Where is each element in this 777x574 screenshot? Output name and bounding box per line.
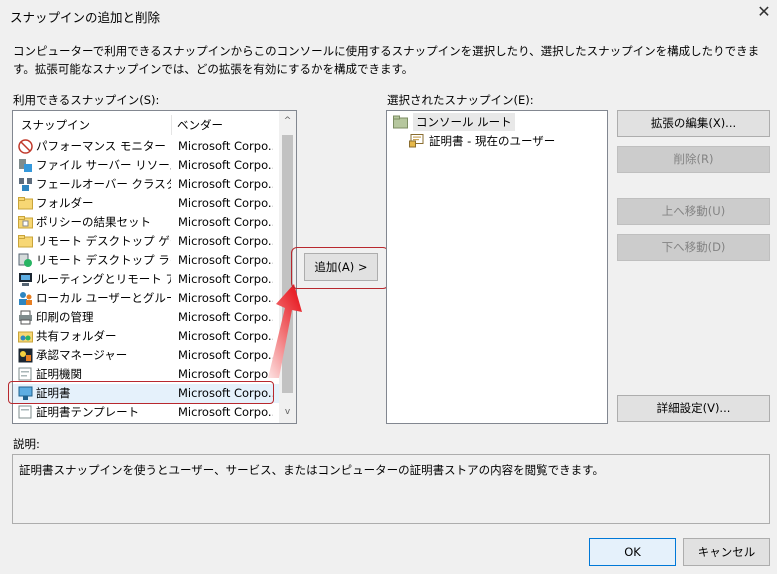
snapin-vendor: Microsoft Corpo... bbox=[178, 158, 273, 172]
snapin-row[interactable]: ルーティングとリモート アクセスMicrosoft Corpo... bbox=[13, 270, 279, 289]
snapin-name: 証明書テンプレート bbox=[36, 405, 140, 419]
console-root-label: コンソール ルート bbox=[413, 113, 515, 131]
scroll-up-arrow-icon[interactable]: ^ bbox=[279, 113, 296, 130]
snapin-name: 印刷の管理 bbox=[36, 310, 94, 324]
certificate-authority-icon bbox=[18, 367, 32, 381]
column-header-snapin[interactable]: スナップイン bbox=[21, 115, 90, 135]
snapin-row[interactable]: パフォーマンス モニター Microsoft Corpo... bbox=[13, 137, 279, 156]
file-server-icon bbox=[19, 159, 32, 172]
snapin-row[interactable]: ファイル サーバー リソース マネ... Microsoft Corpo... bbox=[13, 156, 279, 175]
shared-folder-icon bbox=[18, 331, 33, 343]
snapin-row[interactable]: フォルダー Microsoft Corpo... bbox=[13, 194, 279, 213]
snapin-vendor: Microsoft Corpo... bbox=[178, 196, 273, 210]
certificate-template-icon bbox=[18, 405, 32, 419]
snapin-name: フォルダー bbox=[36, 196, 94, 210]
edit-extensions-button[interactable]: 拡張の編集(X)... bbox=[617, 110, 770, 137]
routing-icon bbox=[19, 273, 32, 286]
red-arrow-annotation-icon bbox=[268, 284, 302, 378]
snapin-row[interactable]: ローカル ユーザーとグループMicrosoft Corpo... bbox=[13, 289, 279, 308]
description-label: 説明: bbox=[13, 437, 40, 451]
snapin-row[interactable]: ポリシーの結果セット Microsoft Corpo... bbox=[13, 213, 279, 232]
users-icon bbox=[19, 292, 32, 305]
folder-icon bbox=[18, 197, 33, 210]
folder-icon bbox=[18, 235, 33, 248]
authorization-icon bbox=[18, 348, 33, 363]
printer-icon bbox=[19, 310, 32, 325]
snapin-row[interactable]: 承認マネージャー Microsoft Corpo... bbox=[13, 346, 279, 365]
scroll-down-arrow-icon[interactable]: v bbox=[279, 404, 296, 421]
description-text: 証明書スナップインを使うとユーザー、サービス、またはコンピューターの証明書ストア… bbox=[19, 463, 604, 477]
snapin-name: 承認マネージャー bbox=[36, 348, 128, 362]
snapin-rows: パフォーマンス モニター Microsoft Corpo... ファイル サーバー … bbox=[13, 137, 279, 422]
selected-snapins-tree[interactable]: コンソール ルート 証明書 - 現在のユーザー bbox=[386, 110, 608, 424]
certificates-user-label: 証明書 - 現在のユーザー bbox=[429, 134, 556, 148]
snapin-vendor: Microsoft Corpo... bbox=[178, 234, 273, 248]
snapin-name: リモート デスクトップ ゲートウ... bbox=[36, 234, 171, 248]
performance-monitor-icon bbox=[18, 139, 33, 154]
cluster-icon bbox=[19, 178, 32, 191]
snapin-vendor: Microsoft Corpo... bbox=[178, 215, 273, 229]
move-down-button[interactable]: 下へ移動(D) bbox=[617, 234, 770, 261]
advanced-button[interactable]: 詳細設定(V)... bbox=[617, 395, 770, 422]
close-icon[interactable]: ✕ bbox=[755, 3, 773, 21]
snapin-vendor: Microsoft Corpo... bbox=[178, 139, 273, 153]
snapin-name: リモート デスクトップ ライセン... bbox=[36, 253, 171, 267]
console-root-folder-icon bbox=[393, 115, 408, 129]
snapin-name: ルーティングとリモート アクセス bbox=[36, 272, 171, 286]
column-separator[interactable] bbox=[171, 115, 172, 135]
snapin-name: ローカル ユーザーとグループ bbox=[36, 291, 171, 305]
intro-text: コンピューターで利用できるスナップインからこのコンソールに使用するスナップインを… bbox=[13, 44, 760, 76]
snapin-row[interactable]: フェールオーバー クラスター マ... Microsoft Corpo... bbox=[13, 175, 279, 194]
description-box: 証明書スナップインを使うとユーザー、サービス、またはコンピューターの証明書ストア… bbox=[12, 454, 770, 524]
snapin-row[interactable]: リモート デスクトップ ライセン... Microsoft Corpo... bbox=[13, 251, 279, 270]
snapin-vendor: Microsoft Corpo... bbox=[178, 405, 273, 419]
license-icon bbox=[18, 253, 32, 267]
ok-button[interactable]: OK bbox=[589, 538, 676, 566]
snapin-name: ファイル サーバー リソース マネ... bbox=[36, 158, 171, 172]
move-up-button[interactable]: 上へ移動(U) bbox=[617, 198, 770, 225]
selected-snapins-label: 選択されたスナップイン(E): bbox=[387, 93, 534, 107]
snapin-name: 共有フォルダー bbox=[36, 329, 117, 343]
cancel-button[interactable]: キャンセル bbox=[683, 538, 770, 566]
snapin-row[interactable]: 共有フォルダー Microsoft Corpo... bbox=[13, 327, 279, 346]
column-header-vendor[interactable]: ベンダー bbox=[177, 115, 223, 135]
snapin-name: フェールオーバー クラスター マ... bbox=[36, 177, 171, 191]
snapin-vendor: Microsoft Corpo... bbox=[178, 253, 273, 267]
available-snapins-label: 利用できるスナップイン(S): bbox=[13, 93, 160, 107]
snapin-name: ポリシーの結果セット bbox=[36, 215, 151, 229]
policy-icon bbox=[18, 216, 33, 229]
snapin-row[interactable]: リモート デスクトップ ゲートウ... Microsoft Corpo... bbox=[13, 232, 279, 251]
snapin-name: パフォーマンス モニター bbox=[36, 139, 166, 153]
selected-row-highlight-frame bbox=[8, 381, 274, 404]
add-button[interactable]: 追加(A) > bbox=[304, 253, 378, 281]
certificate-icon bbox=[409, 134, 424, 148]
snapin-vendor: Microsoft Corpo... bbox=[178, 177, 273, 191]
remove-button[interactable]: 削除(R) bbox=[617, 146, 770, 173]
snapin-row[interactable]: 証明書テンプレート Microsoft Corpo... bbox=[13, 403, 279, 422]
snapin-row[interactable]: 印刷の管理 Microsoft Corpo... bbox=[13, 308, 279, 327]
window-title: スナップインの追加と削除 bbox=[10, 10, 161, 25]
